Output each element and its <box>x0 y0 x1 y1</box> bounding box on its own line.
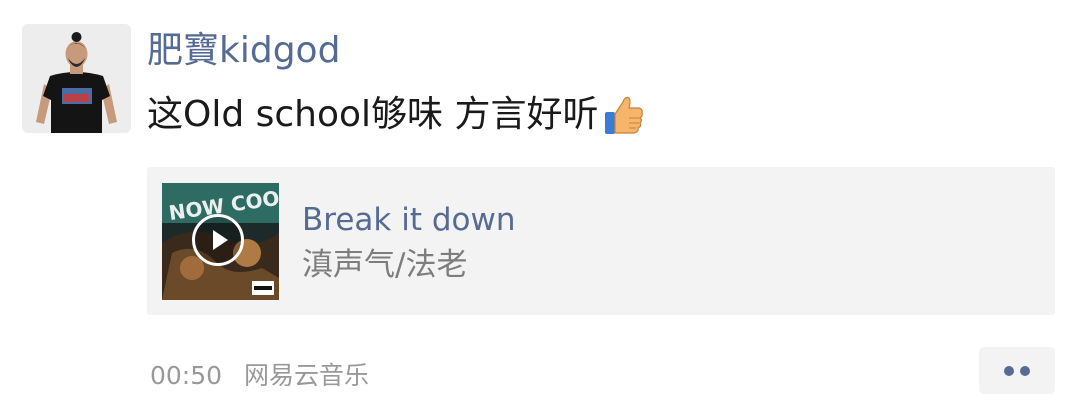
play-button[interactable] <box>192 214 244 266</box>
song-artist: 滇声气/法老 <box>302 247 468 283</box>
moment-post: 肥寶kidgod 这Old school够味 方言好听 NOW COOL Bre… <box>0 0 1080 415</box>
post-content: 这Old school够味 方言好听 <box>147 92 645 138</box>
song-title[interactable]: Break it down <box>302 200 515 240</box>
album-cover[interactable]: NOW COOL <box>162 183 279 300</box>
more-button[interactable] <box>979 347 1055 394</box>
avatar[interactable] <box>22 24 131 133</box>
play-icon <box>213 230 228 250</box>
post-meta: 00:50 网易云音乐 <box>150 360 369 392</box>
avatar-image <box>22 24 131 133</box>
post-source[interactable]: 网易云音乐 <box>244 361 369 390</box>
thumbs-up-icon <box>601 92 645 138</box>
author-name[interactable]: 肥寶kidgod <box>147 28 340 74</box>
post-text: 这Old school够味 方言好听 <box>147 94 599 135</box>
music-card[interactable]: NOW COOL Break it down 滇声气/法老 <box>147 167 1055 315</box>
post-time: 00:50 <box>150 361 223 390</box>
